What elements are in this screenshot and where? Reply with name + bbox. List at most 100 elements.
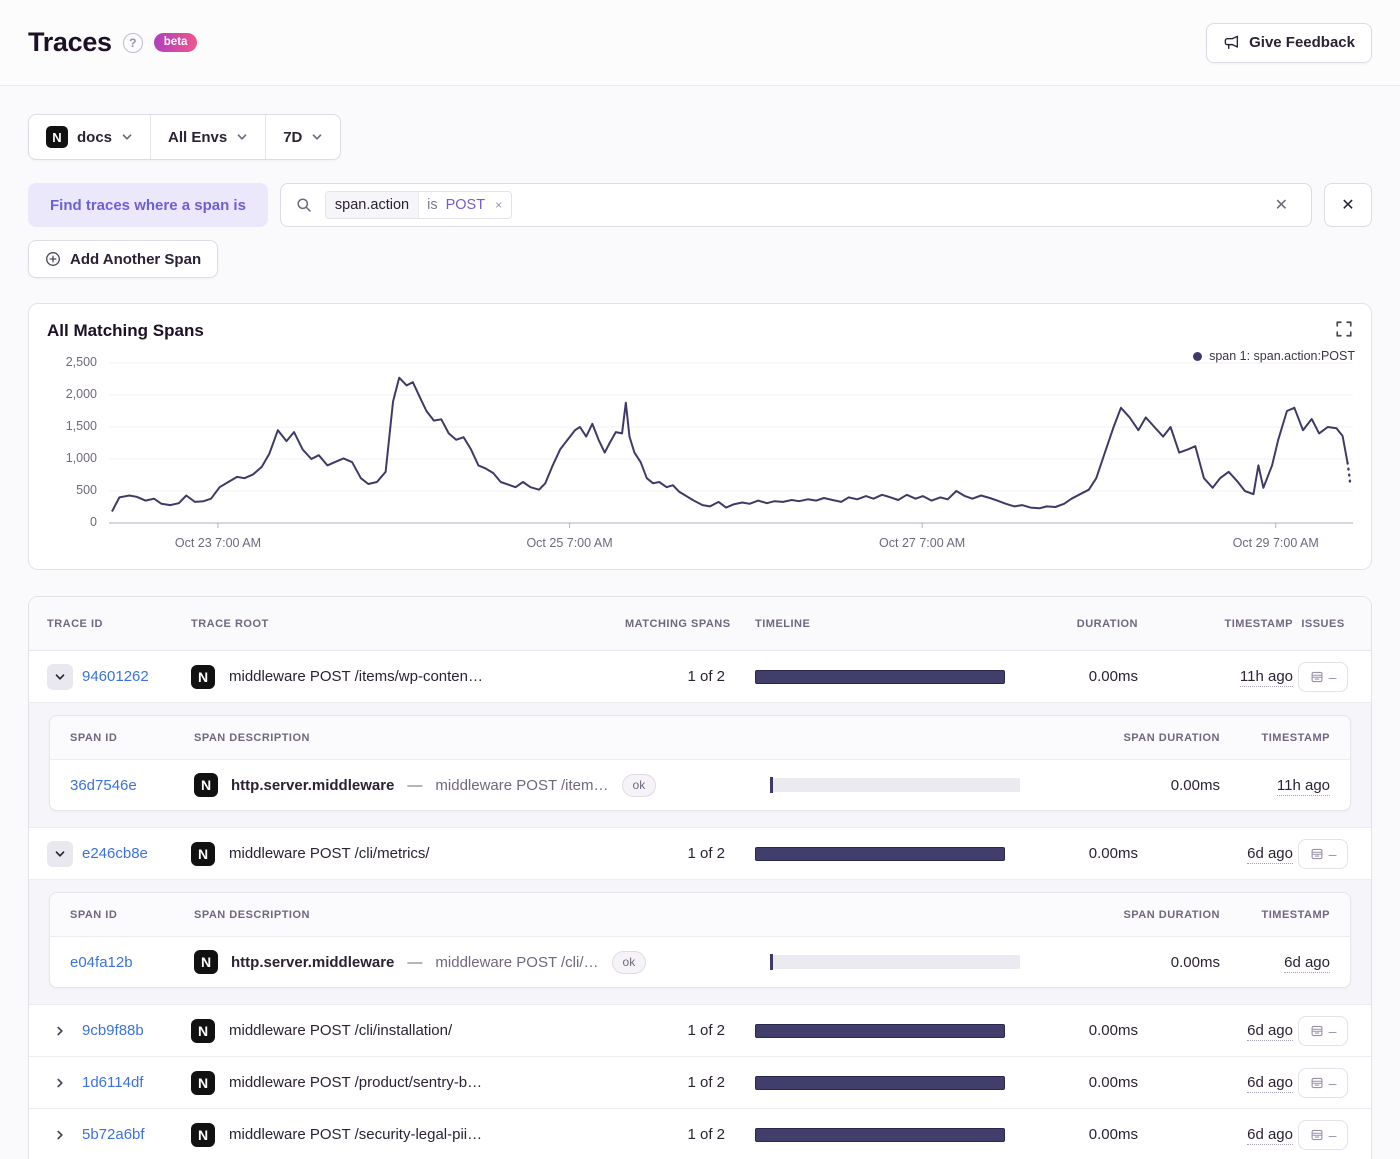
series-line-dotted [1346,461,1352,484]
timestamp-cell: 6d ago [1150,1074,1293,1093]
trace-id-link[interactable]: e246cb8e [82,845,148,862]
duration-cell: 0.00ms [1088,1126,1138,1143]
timeline-bar[interactable] [755,1023,1005,1038]
search-filter-token[interactable]: span.action is POST × [324,191,513,219]
add-another-span-button[interactable]: Add Another Span [28,240,219,278]
col-timeline: TIMELINE [755,617,811,630]
timestamp-link[interactable]: 6d ago [1247,1126,1293,1145]
feedback-label: Give Feedback [1249,34,1355,51]
trace-root-text: middleware POST /security-legal-pii… [229,1126,483,1143]
page-title: Traces [28,27,112,57]
issues-button[interactable]: – [1298,1067,1348,1098]
expand-chevron[interactable] [47,1070,73,1096]
chart-plot[interactable]: Oct 23 7:00 AM Oct 25 7:00 AM Oct 27 7:00 … [109,359,1353,556]
issues-cell: – [1293,1067,1353,1098]
timestamp-link[interactable]: 11h ago [1276,776,1330,796]
fullscreen-icon[interactable] [1333,318,1355,340]
expand-chevron[interactable] [47,840,73,867]
nextjs-icon: N [194,773,218,797]
col-span-id: SPAN ID [70,731,118,744]
span-timeline-track[interactable] [770,777,1020,793]
chevron-down-icon [121,131,133,143]
trace-id-link[interactable]: 94601262 [82,668,149,685]
find-traces-label: Find traces where a span is [28,183,268,227]
issues-cell: – [1293,1119,1353,1150]
issues-button[interactable]: – [1298,661,1348,692]
expand-chevron[interactable] [47,1122,73,1148]
timeline-cell [755,1075,1045,1090]
y-tick-label: 2,500 [65,355,97,369]
issues-button[interactable]: – [1298,1015,1348,1046]
chevron-down-icon [236,131,248,143]
span-timeline-cell [770,954,1100,970]
help-icon[interactable]: ? [122,32,143,53]
page-filter-bar: N docs All Envs 7D [28,114,342,160]
x-tick-label: Oct 27 7:00 AM [879,536,966,550]
timestamp-link[interactable]: 6d ago [1247,1022,1293,1041]
matching-spans-cell: 1 of 2 [687,668,725,685]
trace-id-link[interactable]: 1d6114df [82,1074,143,1091]
x-tick-label: Oct 23 7:00 AM [174,536,262,550]
clear-search-icon[interactable]: ✕ [1267,191,1296,219]
give-feedback-button[interactable]: Give Feedback [1206,22,1372,63]
timeline-cell [755,1023,1045,1038]
trace-id-cell: 1d6114df [47,1070,191,1096]
timeline-bar[interactable] [755,1075,1005,1090]
trace-root-cell: N middleware POST /cli/installation/ [191,1018,625,1043]
timestamp-cell: 6d ago [1150,1126,1293,1145]
issues-empty-dash: – [1328,1074,1337,1091]
trace-row: e246cb8e N middleware POST /cli/metrics/… [29,828,1371,880]
issues-empty-dash: – [1328,1022,1337,1039]
duration-cell: 0.00ms [1088,845,1138,862]
span-description-text: middleware POST /item… [435,776,609,794]
span-table-header: SPAN ID SPAN DESCRIPTION SPAN DURATION T… [50,716,1350,760]
y-tick-label: 0 [90,515,97,529]
timestamp-link[interactable]: 6d ago [1247,1074,1293,1093]
trace-id-link[interactable]: 9cb9f88b [82,1022,144,1039]
issues-button[interactable]: – [1298,838,1348,869]
expand-chevron[interactable] [47,1018,73,1044]
col-span-duration: SPAN DURATION [1123,908,1220,921]
timeline-bar[interactable] [755,1127,1005,1142]
timestamp-link[interactable]: 6d ago [1284,953,1330,973]
traces-table: TRACE ID TRACE ROOT MATCHING SPANS TIMEL… [28,596,1372,1159]
issues-button[interactable]: – [1298,1119,1348,1150]
trace-row: 9cb9f88b N middleware POST /cli/installa… [29,1005,1371,1057]
project-filter[interactable]: N docs [29,115,150,159]
timestamp-cell: 6d ago [1150,1022,1293,1041]
expanded-span-panel: SPAN ID SPAN DESCRIPTION SPAN DURATION T… [29,880,1371,1005]
span-timestamp-cell: 11h ago [1220,776,1330,796]
remove-span-query-button[interactable]: ✕ [1324,183,1372,227]
matching-spans-cell: 1 of 2 [687,845,725,862]
trace-search-input[interactable]: span.action is POST × ✕ [279,183,1312,227]
timeline-bar[interactable] [755,669,1005,684]
matching-spans-cell: 1 of 2 [687,1022,725,1039]
trace-root-text: middleware POST /product/sentry-b… [229,1074,483,1091]
timestamp-link[interactable]: 11h ago [1239,668,1293,687]
remove-token-icon[interactable]: × [492,198,511,212]
title-wrap: Traces ? beta [28,27,198,58]
span-id-link[interactable]: 36d7546e [70,777,194,794]
span-id-link[interactable]: e04fa12b [70,954,194,971]
add-span-label: Add Another Span [70,250,202,268]
timestamp-link[interactable]: 6d ago [1247,845,1293,864]
col-span-description: SPAN DESCRIPTION [194,731,310,744]
span-row: 36d7546e N http.server.middleware — midd… [50,760,1350,810]
trace-id-link[interactable]: 5b72a6bf [82,1126,145,1143]
expanded-span-panel: SPAN ID SPAN DESCRIPTION SPAN DURATION T… [29,703,1371,828]
span-timeline-track[interactable] [770,954,1020,970]
trace-root-text: middleware POST /cli/metrics/ [229,845,430,862]
environment-filter[interactable]: All Envs [151,115,265,159]
trace-row: 1d6114df N middleware POST /product/sent… [29,1057,1371,1109]
span-duration-cell: 0.00ms [1170,953,1220,971]
nextjs-icon: N [191,1018,215,1043]
col-trace-id: TRACE ID [47,617,103,630]
trace-root-text: middleware POST /cli/installation/ [229,1022,453,1039]
main-content: N docs All Envs 7D Find traces where a s… [0,86,1400,1159]
date-range-filter[interactable]: 7D [266,115,340,159]
span-operation: http.server.middleware [231,953,395,971]
expand-chevron[interactable] [47,663,73,690]
timeline-bar[interactable] [755,846,1005,861]
nextjs-icon: N [191,1070,215,1095]
token-key: span.action [325,192,420,218]
